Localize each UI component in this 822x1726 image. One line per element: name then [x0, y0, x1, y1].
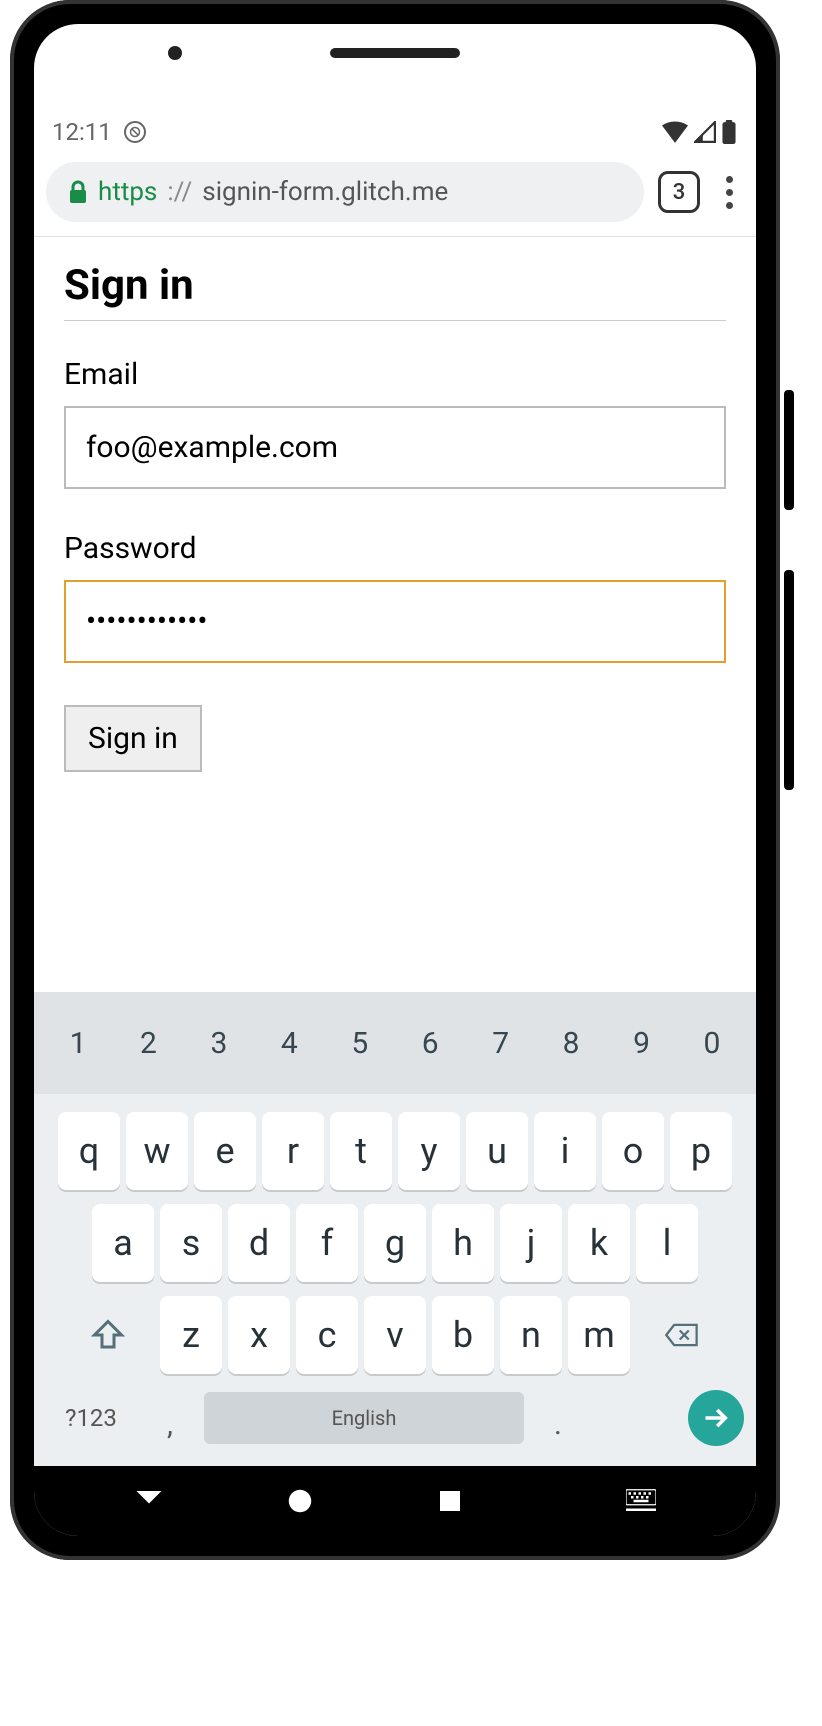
phone-side-button	[784, 570, 794, 790]
key-4[interactable]: 4	[255, 1004, 323, 1082]
key-7[interactable]: 7	[467, 1004, 535, 1082]
nav-recents-button[interactable]	[420, 1486, 480, 1516]
page-title: Sign in	[64, 261, 726, 321]
comma-key[interactable]: ,	[146, 1388, 194, 1448]
key-h[interactable]: h	[432, 1204, 494, 1282]
lock-icon	[68, 180, 88, 204]
key-r[interactable]: r	[262, 1112, 324, 1190]
key-n[interactable]: n	[500, 1296, 562, 1374]
do-not-disturb-icon	[124, 121, 146, 143]
battery-icon	[722, 120, 736, 144]
key-z[interactable]: z	[160, 1296, 222, 1374]
address-bar[interactable]: https :// signin-form.glitch.me	[46, 162, 644, 222]
key-0[interactable]: 0	[678, 1004, 746, 1082]
tab-switcher-button[interactable]: 3	[658, 171, 700, 213]
status-bar: 12:11	[34, 112, 756, 152]
key-c[interactable]: c	[296, 1296, 358, 1374]
period-key[interactable]: .	[534, 1388, 582, 1448]
key-f[interactable]: f	[296, 1204, 358, 1282]
overflow-menu-button[interactable]	[714, 172, 744, 213]
key-k[interactable]: k	[568, 1204, 630, 1282]
key-m[interactable]: m	[568, 1296, 630, 1374]
key-y[interactable]: y	[398, 1112, 460, 1190]
nav-keyboard-button[interactable]	[611, 1486, 671, 1516]
nav-home-button[interactable]	[270, 1486, 330, 1516]
backspace-key[interactable]	[636, 1296, 728, 1374]
key-2[interactable]: 2	[114, 1004, 182, 1082]
key-g[interactable]: g	[364, 1204, 426, 1282]
key-8[interactable]: 8	[537, 1004, 605, 1082]
enter-key[interactable]	[688, 1390, 744, 1446]
key-o[interactable]: o	[602, 1112, 664, 1190]
cell-signal-icon	[694, 121, 716, 143]
phone-side-button	[784, 390, 794, 510]
key-x[interactable]: x	[228, 1296, 290, 1374]
password-field[interactable]	[64, 580, 726, 663]
page-content: Sign in Email Password Sign in	[34, 237, 756, 992]
url-scheme: https	[98, 177, 157, 207]
key-a[interactable]: a	[92, 1204, 154, 1282]
key-p[interactable]: p	[670, 1112, 732, 1190]
email-label: Email	[64, 357, 726, 392]
keyboard-row: zxcvbnm	[40, 1296, 750, 1374]
keyboard-number-row: 1234567890	[34, 992, 756, 1094]
browser-toolbar: https :// signin-form.glitch.me 3	[34, 152, 756, 237]
on-screen-keyboard: 1234567890 qwertyuiop asdfghjkl zxcvbnm …	[34, 992, 756, 1466]
key-w[interactable]: w	[126, 1112, 188, 1190]
keyboard-mode-key[interactable]: ?123	[46, 1388, 136, 1448]
keyboard-bottom-row: ?123 , English .	[40, 1388, 750, 1448]
key-b[interactable]: b	[432, 1296, 494, 1374]
key-d[interactable]: d	[228, 1204, 290, 1282]
nav-back-button[interactable]	[119, 1486, 179, 1516]
keyboard-row: asdfghjkl	[40, 1204, 750, 1282]
key-9[interactable]: 9	[608, 1004, 676, 1082]
phone-frame: 12:11	[10, 0, 780, 1560]
key-u[interactable]: u	[466, 1112, 528, 1190]
key-q[interactable]: q	[58, 1112, 120, 1190]
key-v[interactable]: v	[364, 1296, 426, 1374]
url-separator: ://	[167, 177, 192, 207]
status-time: 12:11	[52, 118, 112, 146]
sign-in-button[interactable]: Sign in	[64, 705, 202, 772]
tab-count: 3	[673, 180, 686, 205]
wifi-icon	[662, 121, 688, 143]
key-e[interactable]: e	[194, 1112, 256, 1190]
shift-key[interactable]	[62, 1296, 154, 1374]
email-field[interactable]	[64, 406, 726, 489]
phone-camera	[168, 46, 182, 60]
key-3[interactable]: 3	[185, 1004, 253, 1082]
key-s[interactable]: s	[160, 1204, 222, 1282]
url-host: signin-form.glitch.me	[202, 177, 448, 207]
password-label: Password	[64, 531, 726, 566]
keyboard-row: qwertyuiop	[40, 1112, 750, 1190]
key-1[interactable]: 1	[44, 1004, 112, 1082]
key-6[interactable]: 6	[396, 1004, 464, 1082]
android-nav-bar	[34, 1466, 756, 1536]
key-5[interactable]: 5	[326, 1004, 394, 1082]
key-l[interactable]: l	[636, 1204, 698, 1282]
key-i[interactable]: i	[534, 1112, 596, 1190]
phone-speaker	[330, 48, 460, 58]
key-j[interactable]: j	[500, 1204, 562, 1282]
key-t[interactable]: t	[330, 1112, 392, 1190]
space-key[interactable]: English	[204, 1392, 524, 1444]
